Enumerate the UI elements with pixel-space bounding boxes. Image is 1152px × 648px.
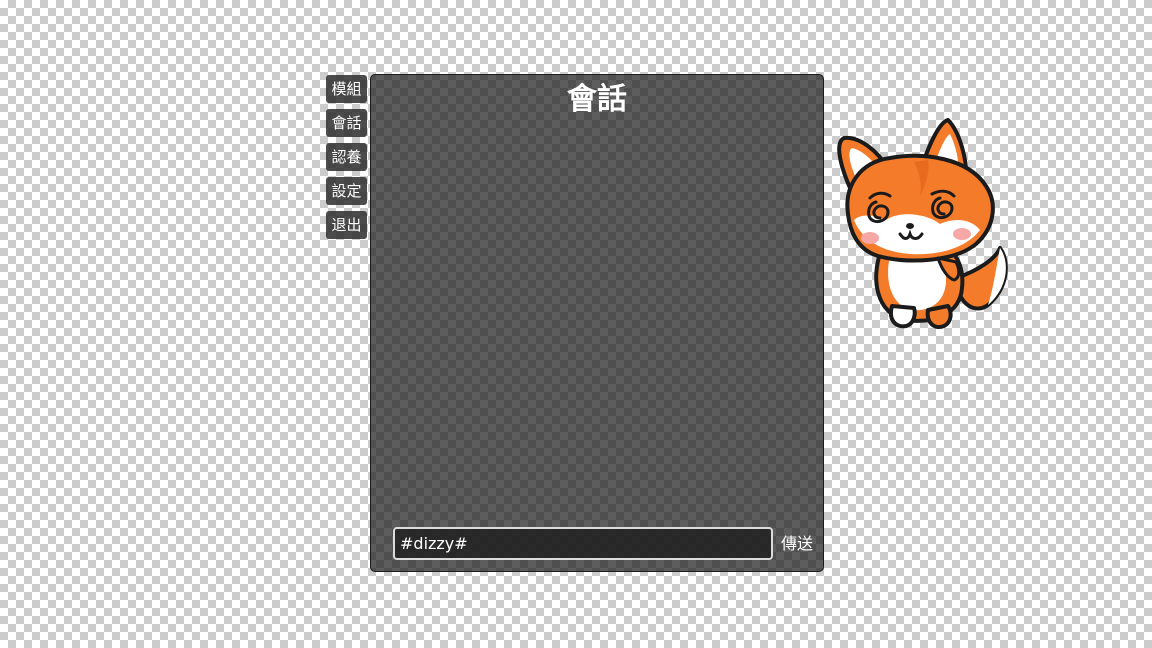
send-button[interactable]: 傳送 [778,527,816,560]
fox-mascot-icon[interactable] [830,110,1015,335]
chat-log[interactable] [383,125,811,511]
chat-input[interactable] [393,527,773,560]
chat-title: 會話 [567,82,627,117]
menu-item-modules[interactable]: 模組 [326,75,367,103]
chat-panel: 會話 傳送 [370,74,824,572]
menu-item-settings[interactable]: 設定 [326,177,367,205]
side-menu: 模組 會話 認養 設定 退出 [326,75,367,245]
menu-item-adopt[interactable]: 認養 [326,143,367,171]
menu-item-chat[interactable]: 會話 [326,109,367,137]
menu-item-exit[interactable]: 退出 [326,211,367,239]
